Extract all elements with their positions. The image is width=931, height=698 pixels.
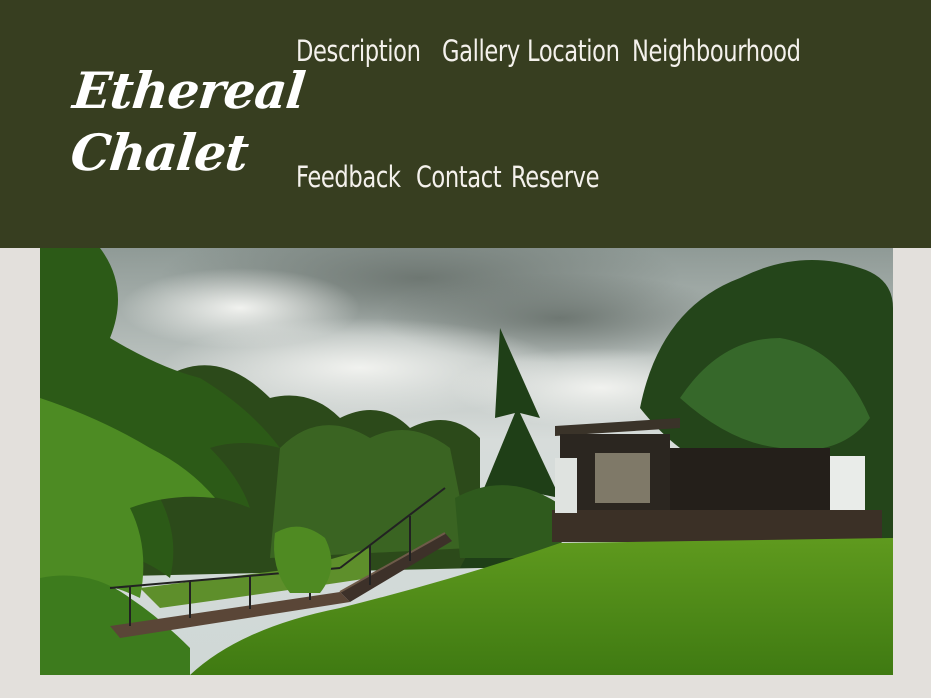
hero-photo	[40, 248, 893, 675]
nav-link-description[interactable]: Description	[296, 36, 421, 66]
nav-link-location[interactable]: Location	[527, 36, 620, 66]
chalet-garden-illustration	[40, 248, 893, 675]
main-nav: Description Gallery Location Neighbourho…	[296, 36, 906, 192]
site-header: Ethereal Chalet Description Gallery Loca…	[0, 0, 931, 248]
nav-link-reserve[interactable]: Reserve	[511, 162, 600, 192]
nav-link-gallery[interactable]: Gallery	[442, 36, 520, 66]
nav-link-feedback[interactable]: Feedback	[296, 162, 401, 192]
logo-line-1: Ethereal	[70, 61, 308, 120]
nav-link-neighbourhood[interactable]: Neighbourhood	[632, 36, 801, 66]
nav-link-contact[interactable]: Contact	[416, 162, 502, 192]
logo-line-2: Chalet	[67, 123, 251, 182]
site-logo[interactable]: Ethereal Chalet	[63, 60, 308, 184]
